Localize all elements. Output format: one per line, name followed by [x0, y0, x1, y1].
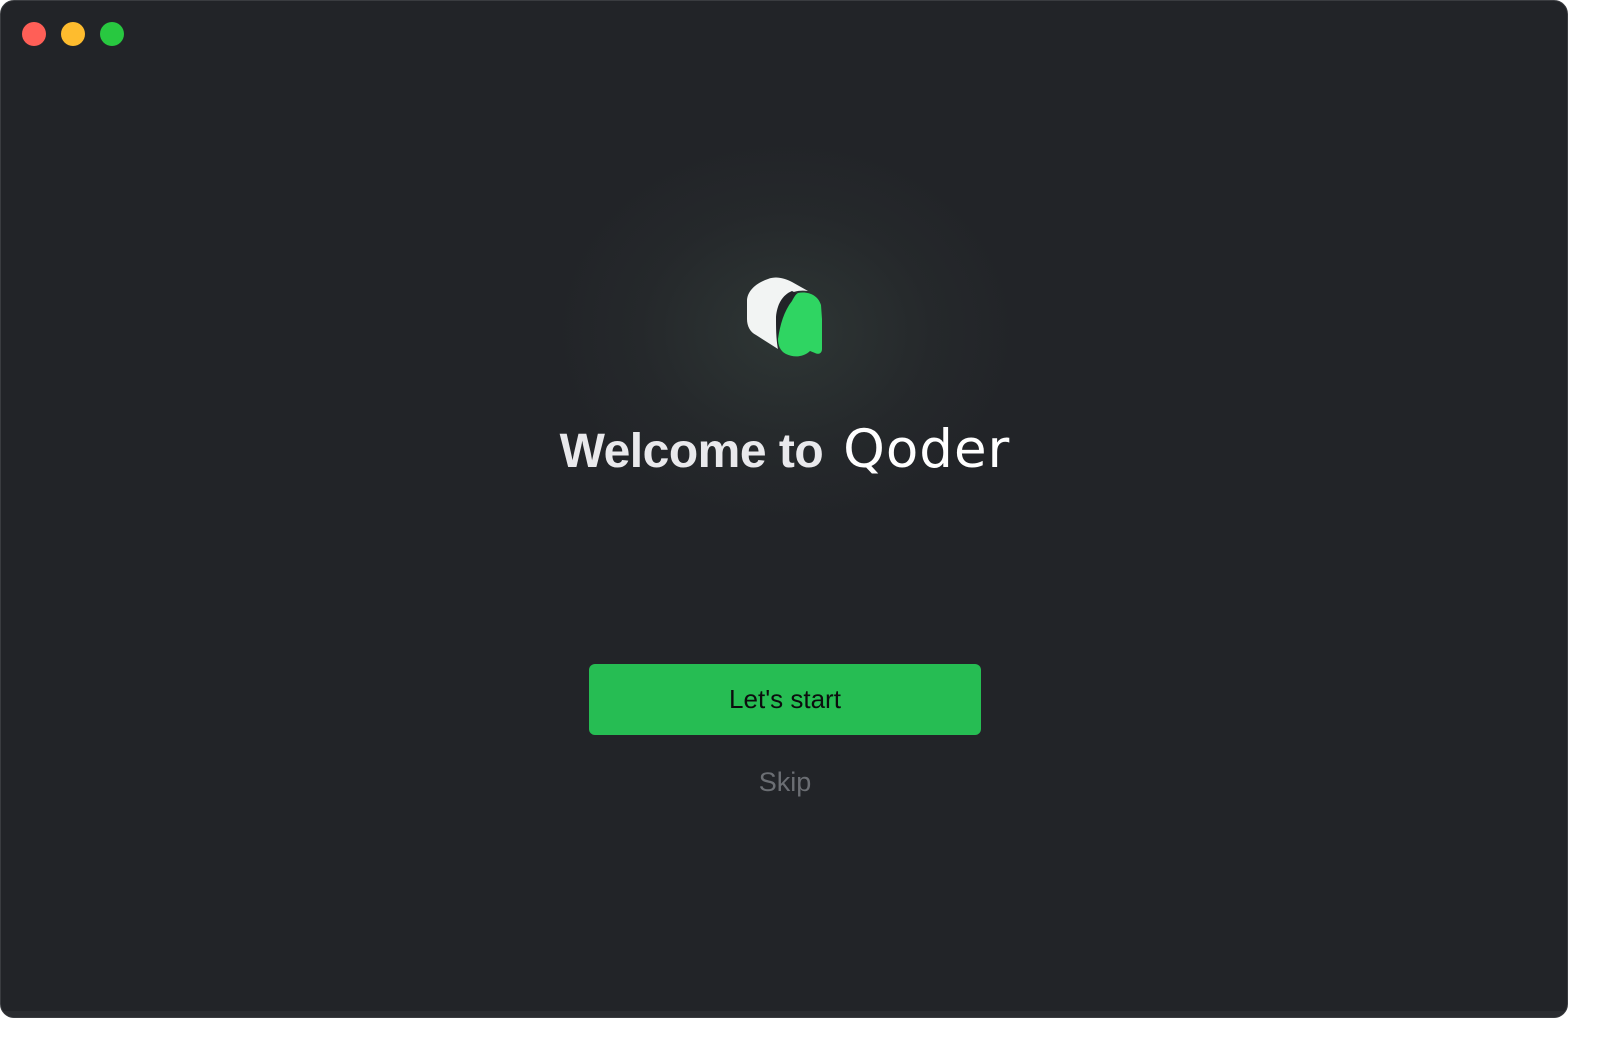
welcome-text: Welcome to	[559, 425, 824, 478]
brand-name: Qoder	[843, 419, 1011, 480]
zoom-button[interactable]	[100, 22, 124, 46]
close-button[interactable]	[22, 22, 46, 46]
window-bottom-edge	[1, 1011, 1567, 1017]
minimize-button[interactable]	[61, 22, 85, 46]
welcome-heading: Welcome to Qoder	[1, 419, 1567, 480]
skip-link[interactable]: Skip	[1, 767, 1567, 798]
qoder-logo-icon	[747, 277, 822, 357]
title-bar	[1, 1, 1567, 67]
lets-start-button[interactable]: Let's start	[589, 664, 981, 735]
app-window: Welcome to Qoder Let's start Skip	[0, 0, 1568, 1018]
